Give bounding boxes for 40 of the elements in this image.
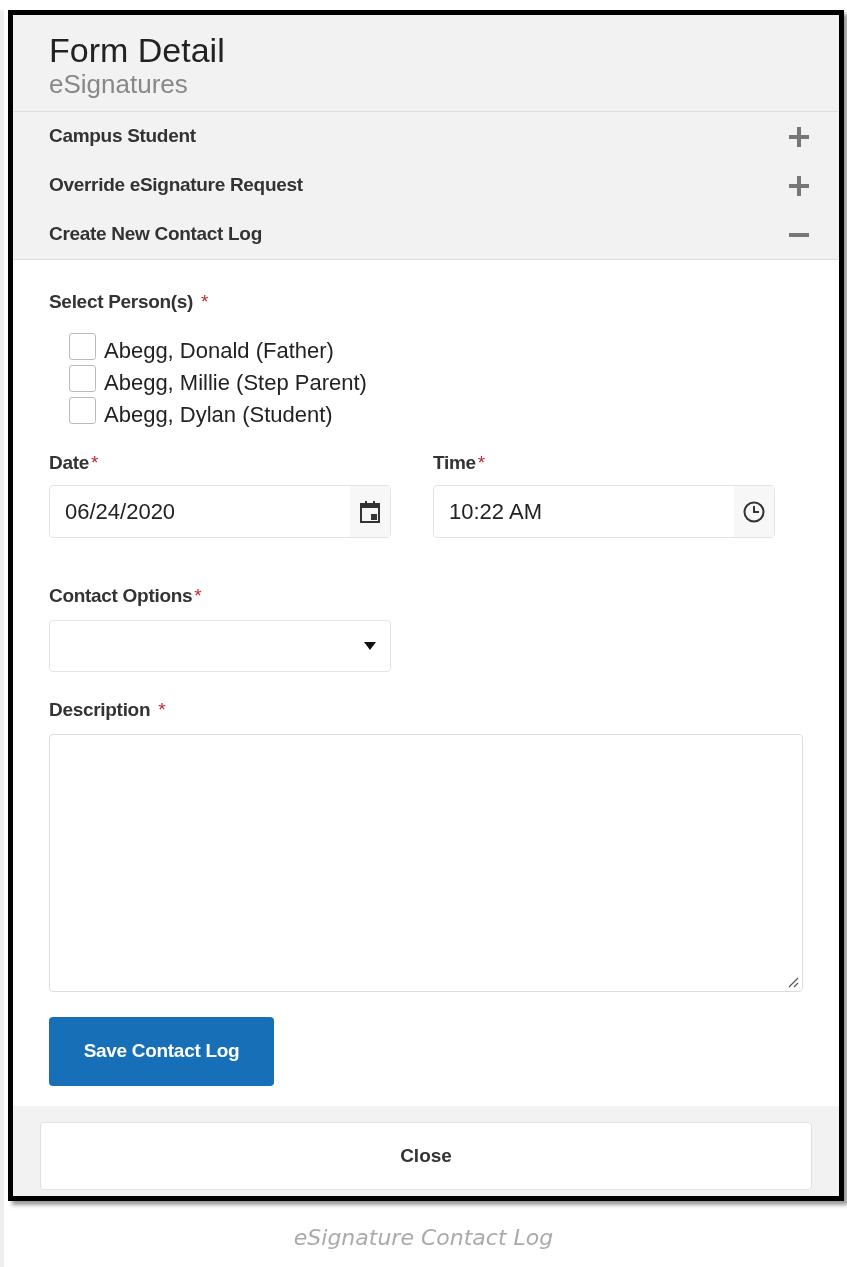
dialog-subtitle: eSignatures	[49, 69, 189, 99]
calendar-icon[interactable]	[360, 500, 380, 523]
save-contact-log-button[interactable]: Save Contact Log	[49, 1017, 274, 1086]
contact-options-dropdown[interactable]	[49, 619, 391, 672]
required-mark: *	[91, 450, 99, 475]
description-field[interactable]	[49, 734, 803, 992]
required-mark: *	[477, 450, 486, 475]
clock-icon[interactable]	[743, 500, 765, 523]
section-title: Create New Contact Log	[49, 222, 262, 247]
caret-icon	[364, 641, 376, 650]
required-mark: *	[201, 290, 209, 314]
close-button[interactable]: Close	[40, 1122, 812, 1190]
accordion-header[interactable]: Override eSignature Request	[13, 161, 839, 210]
caption: eSignature Contact Log	[292, 1224, 555, 1252]
checkbox[interactable]	[69, 333, 96, 360]
checkbox[interactable]	[69, 365, 96, 392]
checkbox-label: Abegg, Millie (Step Parent)	[104, 369, 367, 397]
required-mark: *	[194, 584, 202, 608]
minus-icon	[789, 232, 809, 237]
accordion-header[interactable]: Create New Contact Log	[13, 210, 839, 259]
section-title: Override eSignature Request	[49, 173, 303, 198]
checkbox-label: Abegg, Donald (Father)	[104, 337, 334, 365]
field-label: Description	[49, 697, 151, 722]
time-field[interactable]: 10:22 AM	[433, 485, 775, 538]
date-field[interactable]: 06/24/2020	[49, 485, 391, 538]
time-value: 10:22 AM	[449, 498, 542, 526]
checkbox-label: Abegg, Dylan (Student)	[104, 401, 333, 429]
field-label: Select Person(s)	[49, 290, 194, 314]
accordion-header[interactable]: Campus Student	[13, 112, 839, 161]
date-value: 06/24/2020	[65, 498, 176, 526]
plus-icon	[789, 175, 809, 196]
field-label: Time	[433, 450, 476, 475]
field-label: Date	[49, 450, 89, 475]
plus-icon	[789, 126, 809, 147]
checkbox[interactable]	[69, 397, 96, 424]
field-label: Contact Options	[49, 584, 193, 608]
resize-handle-icon[interactable]	[787, 976, 799, 988]
required-mark: *	[158, 697, 166, 722]
section-title: Campus Student	[49, 124, 196, 149]
dialog-title: Form Detail	[49, 31, 226, 69]
